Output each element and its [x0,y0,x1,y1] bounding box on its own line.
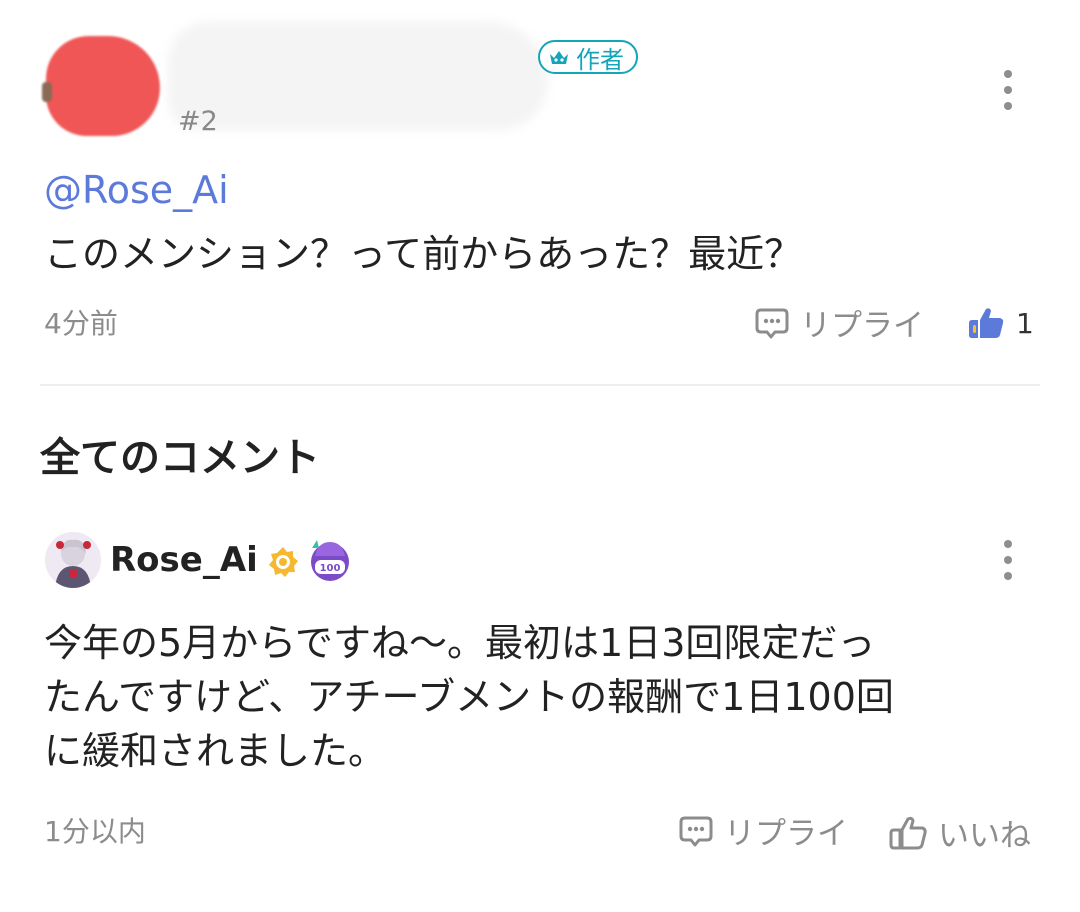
comment-line: たんですけど、アチーブメントの報酬で1日100回 [44,675,894,719]
reply-button[interactable]: リプライ [678,808,848,853]
reply-timestamp: 4分前 [44,307,118,340]
comment-line: 今年の5月からですね〜。最初は1日3回限定だっ [44,621,876,665]
like-count: 1 [1016,306,1034,340]
gold-badge-icon [269,547,298,577]
redacted-avatar[interactable] [42,36,160,136]
comment-thread-page: 作者 #2 @Rose_Ai このメンション？って前からあった？最近？ 4分前 … [0,0,1080,912]
like-button[interactable]: 1 [966,306,1034,340]
more-vertical-icon[interactable] [998,540,1018,580]
mention-link[interactable]: @Rose_Ai [44,168,229,212]
avatar[interactable] [45,532,101,588]
reply-item: 作者 #2 @Rose_Ai このメンション？って前からあった？最近？ 4分前 … [0,0,1080,386]
more-vertical-icon[interactable] [998,70,1018,110]
svg-text:100: 100 [320,563,341,574]
redacted-username [168,22,548,130]
thumbs-up-icon [969,308,1004,338]
comment-username[interactable]: Rose_Ai [110,540,258,580]
avatar-image [45,532,101,588]
author-badge-label: 作者 [576,45,624,74]
chat-bubble-icon [755,308,789,338]
thumbs-up-icon [889,816,927,849]
comment-timestamp: 1分以内 [44,815,146,848]
like-button-label: いいね [938,818,1031,854]
100-achievement-icon: 100 [311,540,349,581]
reply-number: #2 [178,106,218,137]
section-title: 全てのコメント [40,435,320,481]
chat-bubble-icon [679,816,713,846]
comment-text: 今年の5月からですね〜。最初は1日3回限定だっ たんですけど、アチーブメントの報… [44,616,1044,778]
divider [40,384,1040,386]
author-badge: 作者 [538,40,638,74]
reply-button[interactable]: リプライ [754,300,924,345]
crown-icon [550,51,568,64]
reply-button-label: リプライ [724,816,848,852]
reply-button-label: リプライ [800,308,924,344]
like-button[interactable]: いいね [888,810,1031,855]
comment-line: に緩和されました。 [44,729,387,773]
reply-text: このメンション？って前からあった？最近？ [44,232,803,276]
